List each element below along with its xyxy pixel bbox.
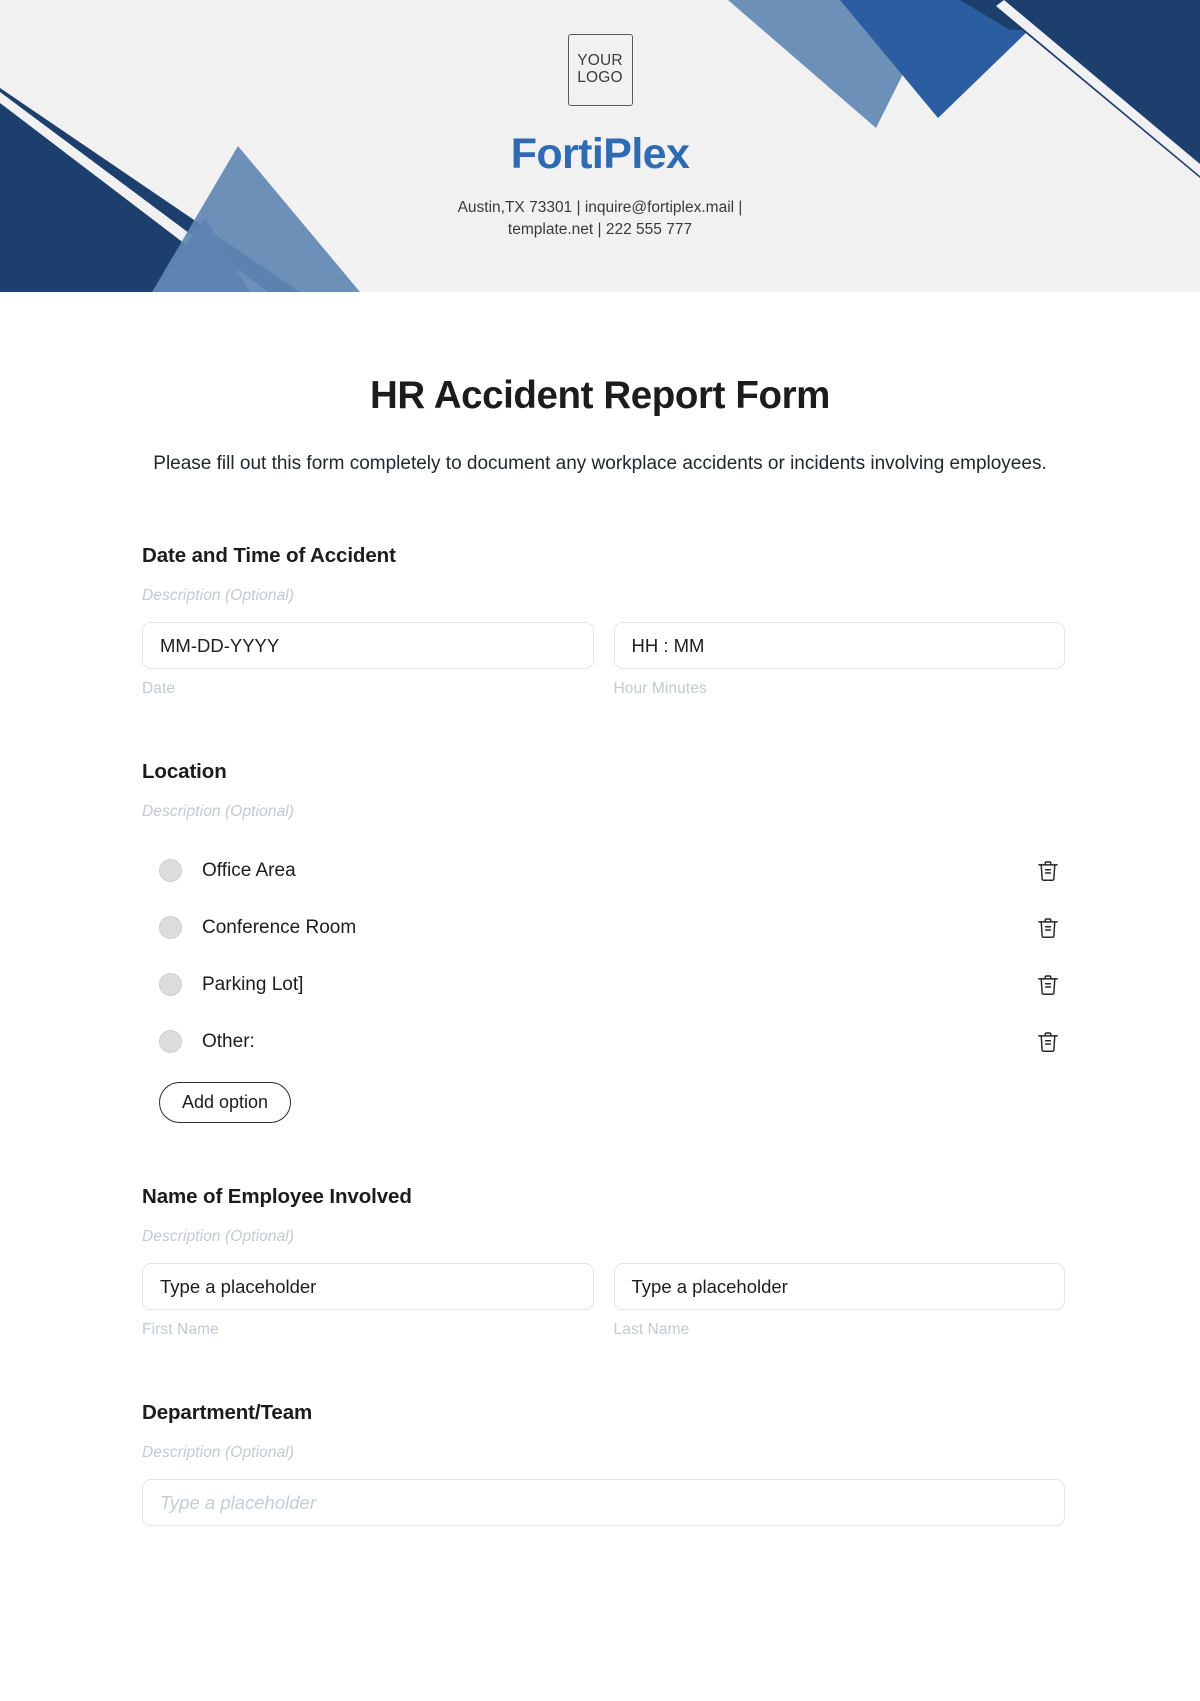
department-row: Type a placeholder bbox=[142, 1479, 1065, 1527]
option-row-parking-lot[interactable]: Parking Lot] bbox=[142, 956, 1065, 1013]
form-content: Date and Time of Accident Description (O… bbox=[135, 544, 1065, 1527]
page-title: HR Accident Report Form bbox=[370, 374, 830, 417]
section-description: Description (Optional) bbox=[142, 803, 295, 821]
logo-placeholder: YOUR LOGO bbox=[567, 34, 633, 106]
contact-info: Austin,TX 73301 | inquire@fortiplex.mail… bbox=[0, 197, 1200, 241]
section-description: Description (Optional) bbox=[142, 1228, 295, 1246]
section-department-team: Department/Team Description (Optional) T… bbox=[142, 1401, 1065, 1527]
first-name-sub-label: First Name bbox=[142, 1321, 219, 1339]
option-label: Parking Lot] bbox=[202, 973, 304, 995]
radio-button-icon[interactable] bbox=[159, 1030, 182, 1054]
date-time-row: MM-DD-YYYY Date HH : MM Hour Minutes bbox=[142, 622, 1065, 698]
last-name-group: Type a placeholder Last Name bbox=[613, 1263, 1065, 1339]
section-title: Location bbox=[142, 760, 227, 784]
form-sheet: HR Accident Report Form Please fill out … bbox=[0, 374, 1200, 1567]
option-row-office-area[interactable]: Office Area bbox=[142, 842, 1065, 899]
section-name-of-employee-involved: Name of Employee Involved Description (O… bbox=[142, 1185, 1065, 1339]
department-group: Type a placeholder bbox=[142, 1479, 1065, 1527]
form-subtitle: Please fill out this form completely to … bbox=[153, 453, 1047, 474]
department-input[interactable]: Type a placeholder bbox=[142, 1479, 1065, 1527]
date-sub-label: Date bbox=[142, 680, 176, 698]
option-label: Office Area bbox=[202, 859, 296, 881]
time-input[interactable]: HH : MM bbox=[613, 622, 1065, 670]
section-title: Date and Time of Accident bbox=[142, 544, 396, 568]
first-name-input[interactable]: Type a placeholder bbox=[142, 1263, 594, 1311]
section-description: Description (Optional) bbox=[142, 1444, 295, 1462]
contact-line-1: Austin,TX 73301 | inquire@fortiplex.mail… bbox=[457, 199, 743, 217]
option-row-conference-room[interactable]: Conference Room bbox=[142, 899, 1065, 956]
department-placeholder: Type a placeholder bbox=[160, 1491, 316, 1513]
logo-line-1: YOUR bbox=[577, 52, 623, 70]
trash-icon[interactable] bbox=[1037, 973, 1059, 997]
contact-line-2: template.net | 222 555 777 bbox=[507, 221, 693, 239]
date-input[interactable]: MM-DD-YYYY bbox=[142, 622, 594, 670]
page-header: YOUR LOGO FortiPlex Austin,TX 73301 | in… bbox=[0, 0, 1200, 292]
time-sub-label: Hour Minutes bbox=[613, 680, 707, 698]
trash-icon[interactable] bbox=[1037, 859, 1059, 883]
section-location: Location Description (Optional) Office A… bbox=[142, 760, 1065, 1124]
last-name-sub-label: Last Name bbox=[613, 1321, 690, 1339]
option-label: Other: bbox=[202, 1030, 255, 1052]
section-title: Department/Team bbox=[142, 1401, 313, 1425]
section-description: Description (Optional) bbox=[142, 587, 295, 605]
radio-button-icon[interactable] bbox=[159, 916, 182, 940]
add-option-button[interactable]: Add option bbox=[159, 1082, 292, 1124]
time-field-group: HH : MM Hour Minutes bbox=[613, 622, 1065, 698]
logo-line-2: LOGO bbox=[577, 69, 623, 86]
radio-button-icon[interactable] bbox=[159, 859, 182, 883]
option-row-other[interactable]: Other: bbox=[142, 1013, 1065, 1070]
date-field-group: MM-DD-YYYY Date bbox=[142, 622, 594, 698]
trash-icon[interactable] bbox=[1037, 1030, 1059, 1054]
location-options-list: Office Area Conference Room Parking Lot]… bbox=[142, 842, 1065, 1070]
trash-icon[interactable] bbox=[1037, 916, 1059, 940]
first-name-group: Type a placeholder First Name bbox=[142, 1263, 594, 1339]
employee-name-row: Type a placeholder First Name Type a pla… bbox=[142, 1263, 1065, 1339]
section-date-time-of-accident: Date and Time of Accident Description (O… bbox=[142, 544, 1065, 698]
radio-button-icon[interactable] bbox=[159, 973, 182, 997]
last-name-input[interactable]: Type a placeholder bbox=[613, 1263, 1065, 1311]
brand-name: FortiPlex bbox=[510, 130, 690, 178]
option-label: Conference Room bbox=[202, 916, 357, 938]
section-title: Name of Employee Involved bbox=[142, 1185, 412, 1209]
